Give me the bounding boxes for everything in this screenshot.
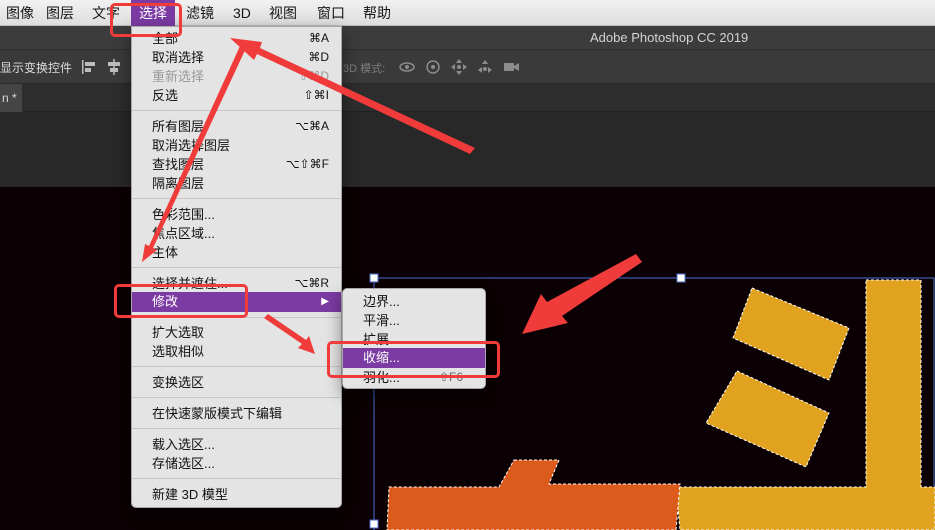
align-center-icon[interactable] — [105, 58, 123, 76]
menu-item-label: 取消选择 — [152, 50, 205, 65]
menu-item-shortcut: ⌘D — [308, 50, 329, 64]
annotation-box-modify — [114, 284, 248, 318]
menu-item-shortcut: ⇧⌘D — [298, 69, 329, 83]
menu-item-shortcut: ⌥⇧⌘F — [285, 157, 329, 171]
menu-item-grow[interactable]: 扩大选取 — [132, 323, 341, 342]
menu-separator — [132, 428, 341, 429]
transform-handle-bottom-left — [369, 519, 379, 529]
submenu-item-smooth[interactable]: 平滑... — [343, 311, 485, 330]
drag-3d-icon[interactable] — [450, 58, 468, 76]
menu-item-label: 在快速蒙版模式下编辑 — [152, 406, 283, 421]
menu-separator — [132, 198, 341, 199]
menu-item-label: 边界... — [363, 294, 400, 309]
menu-item-subject[interactable]: 主体 — [132, 243, 341, 262]
submenu-arrow-icon: ▶ — [321, 296, 329, 307]
annotation-box-contract — [327, 341, 500, 378]
camera-3d-icon[interactable] — [502, 58, 520, 76]
menu-item-label: 查找图层 — [152, 157, 205, 172]
menu-item-shortcut: ⇧⌘I — [303, 88, 329, 102]
menu-3d[interactable]: 3D — [225, 0, 259, 26]
yellow-shape-top — [732, 287, 850, 381]
yellow-shape-middle — [705, 370, 830, 468]
menu-item-color-range[interactable]: 色彩范围... — [132, 205, 341, 224]
annotation-box-select-menu — [110, 3, 182, 37]
menu-item-label: 选取相似 — [152, 344, 205, 359]
slide-3d-icon[interactable] — [476, 58, 494, 76]
menu-image[interactable]: 图像 — [0, 0, 42, 26]
menu-item-label: 反选 — [152, 88, 179, 103]
menu-item-label: 色彩范围... — [152, 207, 215, 222]
menu-item-label: 存储选区... — [152, 456, 215, 471]
menu-item-label: 焦点区域... — [152, 226, 215, 241]
menu-item-label: 平滑... — [363, 313, 400, 328]
menu-separator — [132, 478, 341, 479]
roll-3d-icon[interactable] — [424, 58, 442, 76]
menu-filter[interactable]: 滤镜 — [178, 0, 222, 26]
transform-handle-top-left — [369, 273, 379, 283]
menu-layer[interactable]: 图层 — [38, 0, 82, 26]
menu-item-shortcut: ⌥⌘R — [294, 276, 330, 290]
menu-separator — [132, 110, 341, 111]
menu-item-label: 所有图层 — [152, 119, 205, 134]
menu-item-label: 隔离图层 — [152, 176, 205, 191]
menu-item-quick-mask[interactable]: 在快速蒙版模式下编辑 — [132, 404, 341, 423]
submenu-item-border[interactable]: 边界... — [343, 292, 485, 311]
menu-item-deselect-layers[interactable]: 取消选择图层 — [132, 136, 341, 155]
menu-separator — [132, 397, 341, 398]
menu-separator — [132, 267, 341, 268]
rotate-3d-icon[interactable] — [398, 58, 416, 76]
menu-item-label: 载入选区... — [152, 437, 215, 452]
menu-item-save-selection[interactable]: 存储选区... — [132, 454, 341, 473]
document-tab[interactable]: n * — [0, 84, 22, 112]
menu-item-label: 取消选择图层 — [152, 138, 231, 153]
menu-window[interactable]: 窗口 — [309, 0, 353, 26]
app-title: Adobe Photoshop CC 2019 — [590, 30, 749, 45]
3d-mode-label: 3D 模式: — [343, 63, 386, 75]
menu-item-isolate-layers[interactable]: 隔离图层 — [132, 174, 341, 193]
menu-item-shortcut: ⌘A — [308, 31, 329, 45]
orange-shape — [386, 459, 681, 530]
menu-item-label: 新建 3D 模型 — [152, 487, 228, 502]
select-menu-dropdown: 全部 ⌘A 取消选择 ⌘D 重新选择 ⇧⌘D 反选 ⇧⌘I 所有图层 ⌥⌘A 取消选择图层… — [131, 26, 342, 508]
menu-item-deselect[interactable]: 取消选择 ⌘D — [132, 48, 341, 67]
menu-separator — [132, 366, 341, 367]
menu-item-reselect: 重新选择 ⇧⌘D — [132, 67, 341, 86]
menu-view[interactable]: 视图 — [261, 0, 305, 26]
menu-item-new-3d-model[interactable]: 新建 3D 模型 — [132, 485, 341, 504]
menu-help[interactable]: 帮助 — [355, 0, 399, 26]
menu-item-label: 扩大选取 — [152, 325, 205, 340]
menu-item-all-layers[interactable]: 所有图层 ⌥⌘A — [132, 117, 341, 136]
menu-item-find-layers[interactable]: 查找图层 ⌥⇧⌘F — [132, 155, 341, 174]
menu-item-transform-selection[interactable]: 变换选区 — [132, 373, 341, 392]
menu-item-inverse[interactable]: 反选 ⇧⌘I — [132, 86, 341, 105]
menu-item-load-selection[interactable]: 载入选区... — [132, 435, 341, 454]
transform-handle-top-center — [676, 273, 686, 283]
menu-item-label: 变换选区 — [152, 375, 205, 390]
menu-item-shortcut: ⌥⌘A — [295, 119, 329, 133]
menu-item-label: 重新选择 — [152, 69, 205, 84]
menu-item-focus-area[interactable]: 焦点区域... — [132, 224, 341, 243]
show-transform-controls-label[interactable]: 显示变换控件 — [0, 59, 72, 76]
menu-item-similar[interactable]: 选取相似 — [132, 342, 341, 361]
menu-item-label: 主体 — [152, 245, 179, 260]
align-left-icon[interactable] — [80, 58, 98, 76]
